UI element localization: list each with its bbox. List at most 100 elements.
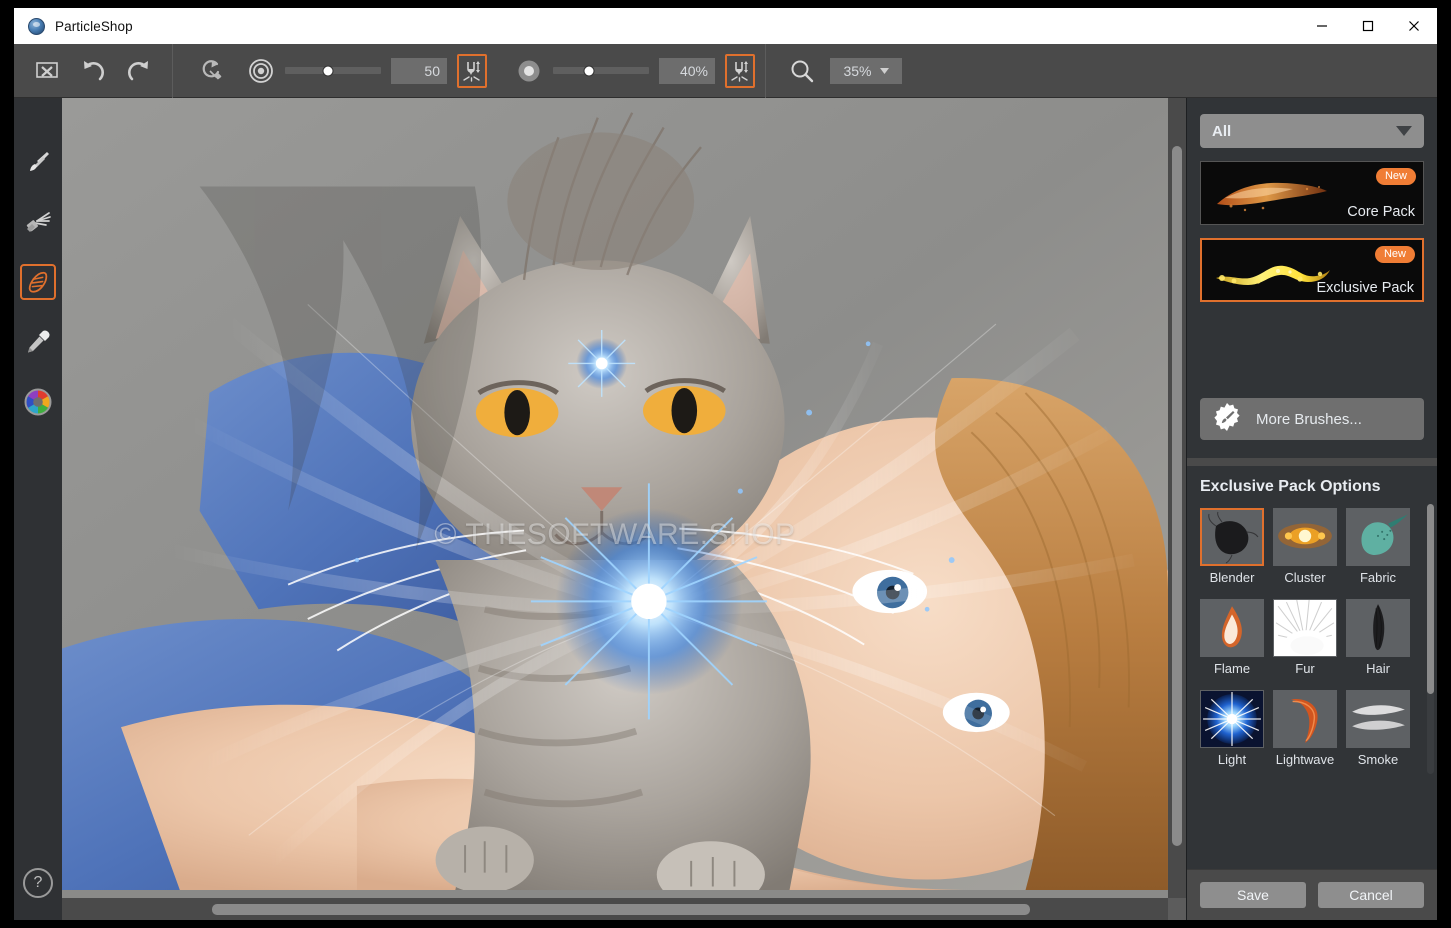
reset-brush-button[interactable] — [191, 51, 233, 91]
chevron-down-icon — [880, 68, 889, 74]
brush-opacity-control: 40% — [497, 44, 765, 98]
reset-group — [173, 44, 247, 98]
particleshop-window: ParticleShop — [14, 8, 1437, 920]
brush-opacity-slider[interactable] — [553, 67, 649, 74]
app-body: ? — [14, 98, 1437, 920]
zoom-level-value: 35% — [843, 63, 871, 79]
option-thumbnail — [1200, 508, 1264, 566]
artwork-canvas[interactable]: © THESOFTWARE.SHOP — [62, 98, 1168, 898]
option-light[interactable]: Light — [1200, 690, 1264, 773]
redo-icon — [126, 59, 152, 83]
option-label: Light — [1200, 752, 1264, 767]
option-label: Blender — [1200, 570, 1264, 585]
option-thumbnail — [1346, 599, 1410, 657]
pack-exclusive-pack[interactable]: New Exclusive Pack — [1200, 238, 1424, 302]
color-wheel-icon — [24, 388, 52, 416]
minimize-button[interactable] — [1299, 8, 1345, 44]
zoom-level-dropdown[interactable]: 35% — [830, 58, 902, 84]
option-fabric[interactable]: Fabric — [1346, 508, 1410, 591]
option-flame[interactable]: Flame — [1200, 599, 1264, 682]
brush-tool[interactable] — [20, 144, 56, 180]
maximize-button[interactable] — [1345, 8, 1391, 44]
brush-size-value[interactable]: 50 — [391, 58, 447, 84]
brush-size-icon — [247, 57, 275, 85]
pack-art-core — [1211, 170, 1331, 218]
option-thumbnail — [1200, 690, 1264, 748]
option-smoke[interactable]: Smoke — [1346, 690, 1410, 773]
window-title: ParticleShop — [55, 19, 133, 34]
brush-size-slider-thumb[interactable] — [324, 66, 333, 75]
more-brushes-label: More Brushes... — [1256, 411, 1362, 428]
pressure-opacity-icon — [730, 59, 750, 83]
fan-brush-icon — [24, 208, 52, 236]
save-button[interactable]: Save — [1200, 882, 1306, 908]
brush-size-control: 50 — [247, 44, 497, 98]
particle-brush-icon — [25, 269, 51, 295]
titlebar-left: ParticleShop — [14, 18, 133, 35]
fan-brush-tool[interactable] — [20, 204, 56, 240]
brush-size-pressure-toggle[interactable] — [457, 54, 487, 88]
artwork-photo — [62, 98, 1168, 890]
brush-opacity-value[interactable]: 40% — [659, 58, 715, 84]
pack-title: Core Pack — [1347, 204, 1415, 220]
brush-opacity-icon — [515, 57, 543, 85]
particleshop-logo-icon — [28, 18, 45, 35]
zoom-control: 35% — [766, 44, 902, 98]
clear-canvas-button[interactable] — [26, 51, 68, 91]
particle-brush-tool[interactable] — [20, 264, 56, 300]
magnifier-icon[interactable] — [788, 57, 816, 85]
pack-filter-value: All — [1212, 123, 1231, 140]
pack-filter-dropdown[interactable]: All — [1200, 114, 1424, 148]
option-fur[interactable]: Fur — [1273, 599, 1337, 682]
horizontal-scrollbar-thumb[interactable] — [212, 904, 1030, 915]
eyedropper-icon — [24, 328, 52, 356]
cancel-button[interactable]: Cancel — [1318, 882, 1424, 908]
vertical-scrollbar-thumb[interactable] — [1172, 146, 1182, 846]
pressure-size-icon — [462, 59, 482, 83]
brush-panel: All — [1186, 98, 1437, 920]
option-label: Fur — [1273, 661, 1337, 676]
pack-art-exclusive — [1212, 248, 1332, 296]
option-label: Smoke — [1346, 752, 1410, 767]
scrollbar-corner — [1168, 898, 1186, 920]
options-scrollbar[interactable] — [1427, 504, 1434, 774]
chevron-down-icon — [1396, 123, 1412, 140]
reset-brush-icon — [199, 58, 225, 84]
canvas-vertical-scrollbar[interactable] — [1168, 98, 1186, 898]
more-brushes-button[interactable]: More Brushes... — [1200, 398, 1424, 440]
option-thumbnail — [1200, 599, 1264, 657]
close-button[interactable] — [1391, 8, 1437, 44]
option-lightwave[interactable]: Lightwave — [1273, 690, 1337, 773]
redo-button[interactable] — [118, 51, 160, 91]
pack-new-badge: New — [1375, 246, 1415, 263]
option-blender[interactable]: Blender — [1200, 508, 1264, 591]
more-brushes-wrap: More Brushes... — [1187, 398, 1437, 440]
option-label: Lightwave — [1273, 752, 1337, 767]
tool-rail: ? — [14, 98, 62, 920]
color-wheel-tool[interactable] — [20, 384, 56, 420]
history-group — [14, 44, 172, 98]
panel-divider — [1187, 458, 1437, 466]
brush-panel-top: All — [1187, 98, 1437, 302]
option-cluster[interactable]: Cluster — [1273, 508, 1337, 591]
brush-opacity-slider-thumb[interactable] — [585, 66, 594, 75]
pack-core-pack[interactable]: New Core Pack — [1200, 161, 1424, 225]
undo-icon — [80, 59, 106, 83]
brush-opacity-pressure-toggle[interactable] — [725, 54, 755, 88]
paintbrush-icon — [24, 148, 52, 176]
pack-title: Exclusive Pack — [1316, 280, 1414, 296]
option-thumbnail — [1346, 690, 1410, 748]
brush-size-slider[interactable] — [285, 67, 381, 74]
titlebar: ParticleShop — [14, 8, 1437, 44]
option-thumbnail — [1273, 690, 1337, 748]
canvas-horizontal-scrollbar[interactable] — [62, 898, 1168, 920]
clear-canvas-icon — [35, 61, 59, 81]
option-thumbnail — [1273, 508, 1337, 566]
undo-button[interactable] — [72, 51, 114, 91]
window-controls — [1299, 8, 1437, 44]
help-button[interactable]: ? — [23, 868, 53, 898]
option-label: Hair — [1346, 661, 1410, 676]
eyedropper-tool[interactable] — [20, 324, 56, 360]
option-hair[interactable]: Hair — [1346, 599, 1410, 682]
option-label: Cluster — [1273, 570, 1337, 585]
